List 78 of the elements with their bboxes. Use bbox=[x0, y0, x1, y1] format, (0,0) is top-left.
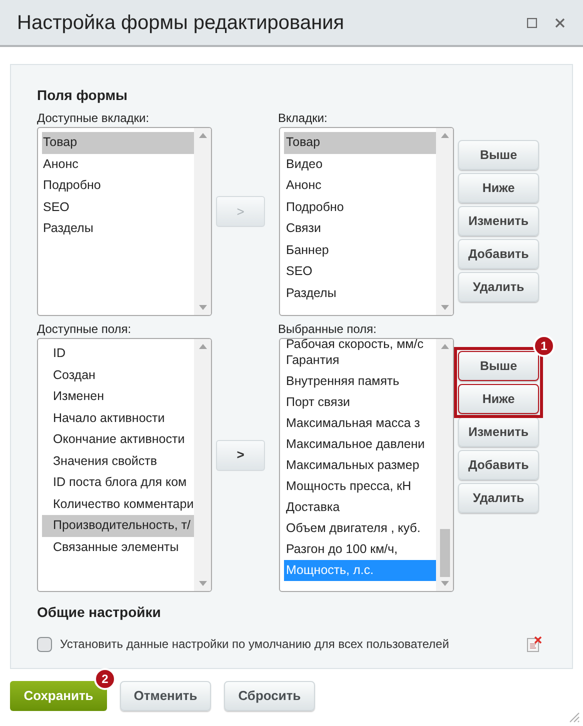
list-label: Вкладки: bbox=[278, 110, 328, 125]
scroll-up-icon[interactable] bbox=[440, 133, 448, 138]
list-item[interactable]: Создан bbox=[42, 364, 194, 386]
action-button[interactable]: Ниже bbox=[458, 384, 539, 414]
annotation-badge: 2 bbox=[94, 668, 116, 690]
scroll-up-icon[interactable] bbox=[198, 133, 206, 138]
list-item[interactable]: Значения свойств bbox=[42, 450, 194, 472]
list-item[interactable]: Максимальная масса з bbox=[284, 413, 436, 434]
list-box[interactable]: Товар Анонс Подробно SEO Разделы bbox=[37, 127, 212, 316]
list-item[interactable]: ID поста блога для ком bbox=[42, 472, 194, 494]
annotation-badge: 1 bbox=[533, 335, 555, 357]
list-item[interactable]: Анонс bbox=[42, 154, 194, 175]
list-label: Доступные поля: bbox=[37, 321, 132, 336]
list-item[interactable]: Максимальное давлени bbox=[284, 434, 436, 455]
maximize-icon[interactable] bbox=[527, 18, 537, 28]
list-item[interactable]: Подробно bbox=[284, 196, 436, 218]
scroll-down-icon[interactable] bbox=[198, 581, 206, 586]
scroll-thumb[interactable] bbox=[440, 529, 450, 577]
list-item[interactable]: Разделы bbox=[284, 282, 436, 304]
section-title: Общие настройки bbox=[37, 603, 162, 622]
list-box[interactable]: Товар Видео Анонс Подробно Связи Баннер SEO Разделы bbox=[279, 127, 454, 316]
list-box[interactable] bbox=[279, 338, 454, 592]
list-item[interactable]: Количество комментари bbox=[42, 494, 194, 515]
list-item[interactable]: Подробно bbox=[42, 175, 194, 196]
list-item[interactable]: Видео bbox=[284, 154, 436, 175]
action-button[interactable]: Добавить bbox=[458, 239, 539, 269]
scroll-up-icon[interactable] bbox=[198, 344, 206, 349]
list-item[interactable]: Порт связи bbox=[284, 392, 436, 413]
list-label: Доступные вкладки: bbox=[37, 110, 150, 125]
footer-button[interactable]: Отменить bbox=[120, 681, 211, 711]
list-item[interactable]: Начало активности bbox=[42, 408, 194, 429]
list-item[interactable]: Мощность пресса, кН bbox=[284, 476, 436, 497]
section-title: Поля формы bbox=[37, 86, 129, 105]
list-item[interactable]: Доставка bbox=[284, 497, 436, 518]
list-item[interactable]: Внутренняя память bbox=[284, 371, 436, 392]
resize-grip-icon[interactable] bbox=[569, 712, 580, 723]
list-item[interactable]: Максимальных размер bbox=[284, 455, 436, 476]
list-item[interactable]: Баннер bbox=[284, 240, 436, 261]
move-button[interactable]: > bbox=[216, 440, 265, 470]
scrollbar[interactable] bbox=[436, 339, 453, 591]
action-button[interactable]: Выше bbox=[458, 351, 539, 381]
action-button[interactable]: Удалить bbox=[458, 272, 539, 302]
document-delete-icon[interactable] bbox=[526, 636, 542, 652]
list-item[interactable]: Товар bbox=[284, 132, 436, 154]
scroll-down-icon[interactable] bbox=[198, 305, 206, 310]
list-box[interactable]: ID Создан Изменен Начало активности Окончание активности Значения свойств ID поста блога для ком Количество комментари Производительность, т/ Связанные элементы bbox=[37, 338, 212, 592]
list-item[interactable]: Гарантия bbox=[284, 350, 436, 371]
close-icon[interactable] bbox=[555, 18, 565, 28]
list-item[interactable]: Товар bbox=[42, 132, 194, 154]
scrollbar[interactable] bbox=[194, 128, 211, 315]
list-item[interactable]: ID bbox=[42, 343, 194, 364]
window-title: Настройка формы редактирования bbox=[17, 10, 346, 36]
scroll-up-icon[interactable] bbox=[440, 344, 448, 349]
action-button[interactable]: Добавить bbox=[458, 450, 539, 480]
footer-button[interactable]: Сбросить bbox=[224, 681, 315, 711]
list-item[interactable]: SEO bbox=[42, 196, 194, 218]
list-item[interactable]: Связанные элементы bbox=[42, 536, 194, 558]
list-item[interactable]: Анонс bbox=[284, 175, 436, 196]
list-item[interactable]: Разгон до 100 км/ч, bbox=[284, 539, 436, 560]
action-button[interactable]: Выше bbox=[458, 140, 539, 170]
list-item[interactable]: Окончание активности bbox=[42, 429, 194, 450]
list-item[interactable]: Объем двигателя , куб. bbox=[284, 518, 436, 539]
checkbox[interactable] bbox=[37, 636, 52, 652]
scrollbar[interactable] bbox=[194, 339, 211, 591]
action-button[interactable]: Удалить bbox=[458, 483, 539, 513]
list-item[interactable]: Связи bbox=[284, 218, 436, 240]
list-label: Выбранные поля: bbox=[278, 321, 376, 336]
list-item[interactable]: Производительность, т/ bbox=[42, 515, 194, 536]
scroll-down-icon[interactable] bbox=[440, 305, 448, 310]
list-item[interactable]: Изменен bbox=[42, 386, 194, 408]
checkbox-label: Установить данные настройки по умолчанию для всех пользователей bbox=[60, 636, 450, 653]
list-item[interactable]: Разделы bbox=[42, 218, 194, 240]
scroll-down-icon[interactable] bbox=[440, 581, 448, 586]
scrollbar[interactable] bbox=[436, 128, 453, 315]
action-button[interactable]: Изменить bbox=[458, 206, 539, 236]
list-item[interactable]: SEO bbox=[284, 261, 436, 282]
action-button[interactable]: Изменить bbox=[458, 417, 539, 447]
action-button[interactable]: Ниже bbox=[458, 173, 539, 203]
